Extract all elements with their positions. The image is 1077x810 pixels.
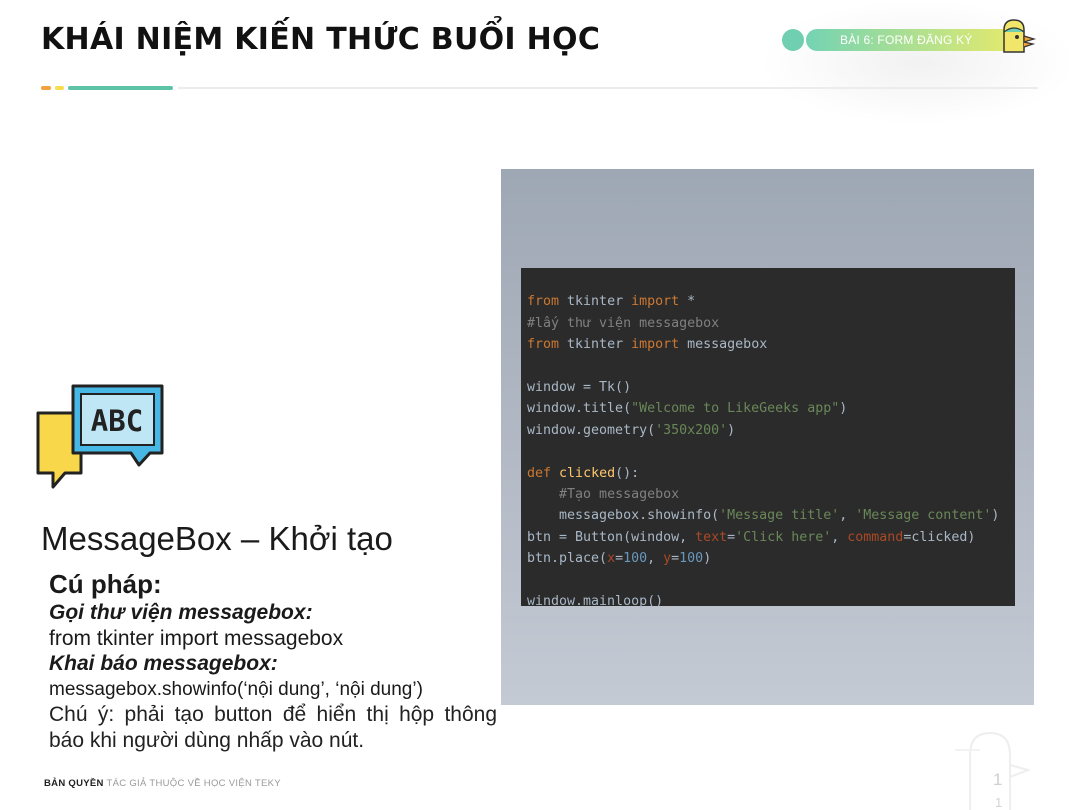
accent-bar-teal — [68, 86, 173, 90]
code-line: btn = Button(window, text='Click here', … — [527, 529, 976, 545]
code-line: window.title("Welcome to LikeGeeks app") — [527, 401, 848, 417]
declare-label: Khai báo messagebox: — [49, 651, 497, 677]
code-line: messagebox.showinfo('Message title', 'Me… — [527, 508, 1000, 524]
syntax-label: Cú pháp: — [49, 569, 162, 599]
code-line: from tkinter import messagebox — [527, 337, 768, 353]
code-line: def clicked(): — [527, 465, 640, 481]
page-number-duplicate: 1 — [995, 795, 1003, 810]
code-editor: from tkinter import * #lấy thư viện messa… — [521, 268, 1015, 609]
svg-text:ABC: ABC — [91, 404, 143, 438]
lesson-badge-label: BÀI 6: FORM ĐĂNG KÝ — [840, 33, 973, 47]
declare-label-word: messagebox: — [143, 652, 278, 675]
note-text: Chú ý: phải tạo button để hiển thị hộp t… — [49, 703, 497, 752]
code-line: from tkinter import * — [527, 294, 696, 310]
import-label: Gọi thư viện messagebox: — [49, 601, 313, 624]
abc-chat-icon: ABC — [36, 384, 164, 489]
code-line: #Tạo messagebox — [559, 486, 680, 502]
code-line: #lấy thư viện messagebox — [527, 315, 720, 331]
copyright-footer: BẢN QUYỀN TÁC GIẢ THUỘC VỀ HỌC VIỆN TEKY — [44, 778, 281, 789]
copyright-bold: BẢN QUYỀN — [44, 778, 104, 789]
code-line: window.mainloop() — [527, 593, 664, 609]
accent-bar-orange — [41, 86, 51, 90]
code-line: window.geometry('350x200') — [527, 422, 736, 438]
copyright-rest: TÁC GIẢ THUỘC VỀ HỌC VIỆN TEKY — [106, 778, 281, 789]
page-title: KHÁI NIỆM KIẾN THỨC BUỔI HỌC — [41, 22, 601, 57]
declare-code: messagebox.showinfo(‘nội dung’, ‘nội dun… — [49, 679, 423, 700]
syntax-block: Cú pháp: Gọi thư viện messagebox: from t… — [49, 568, 497, 754]
badge-dot — [782, 29, 804, 51]
code-line: window = Tk() — [527, 379, 632, 395]
page-number: 1 — [993, 770, 1003, 789]
accent-bar-yellow — [55, 86, 64, 90]
header-divider — [178, 87, 1038, 89]
import-code: from tkinter import messagebox — [49, 627, 344, 650]
section-heading: MessageBox – Khởi tạo — [41, 520, 393, 557]
mascot-icon — [1003, 19, 1037, 53]
declare-label-prefix: Khai báo — [49, 652, 144, 675]
code-line: btn.place(x=100, y=100) — [527, 551, 712, 567]
